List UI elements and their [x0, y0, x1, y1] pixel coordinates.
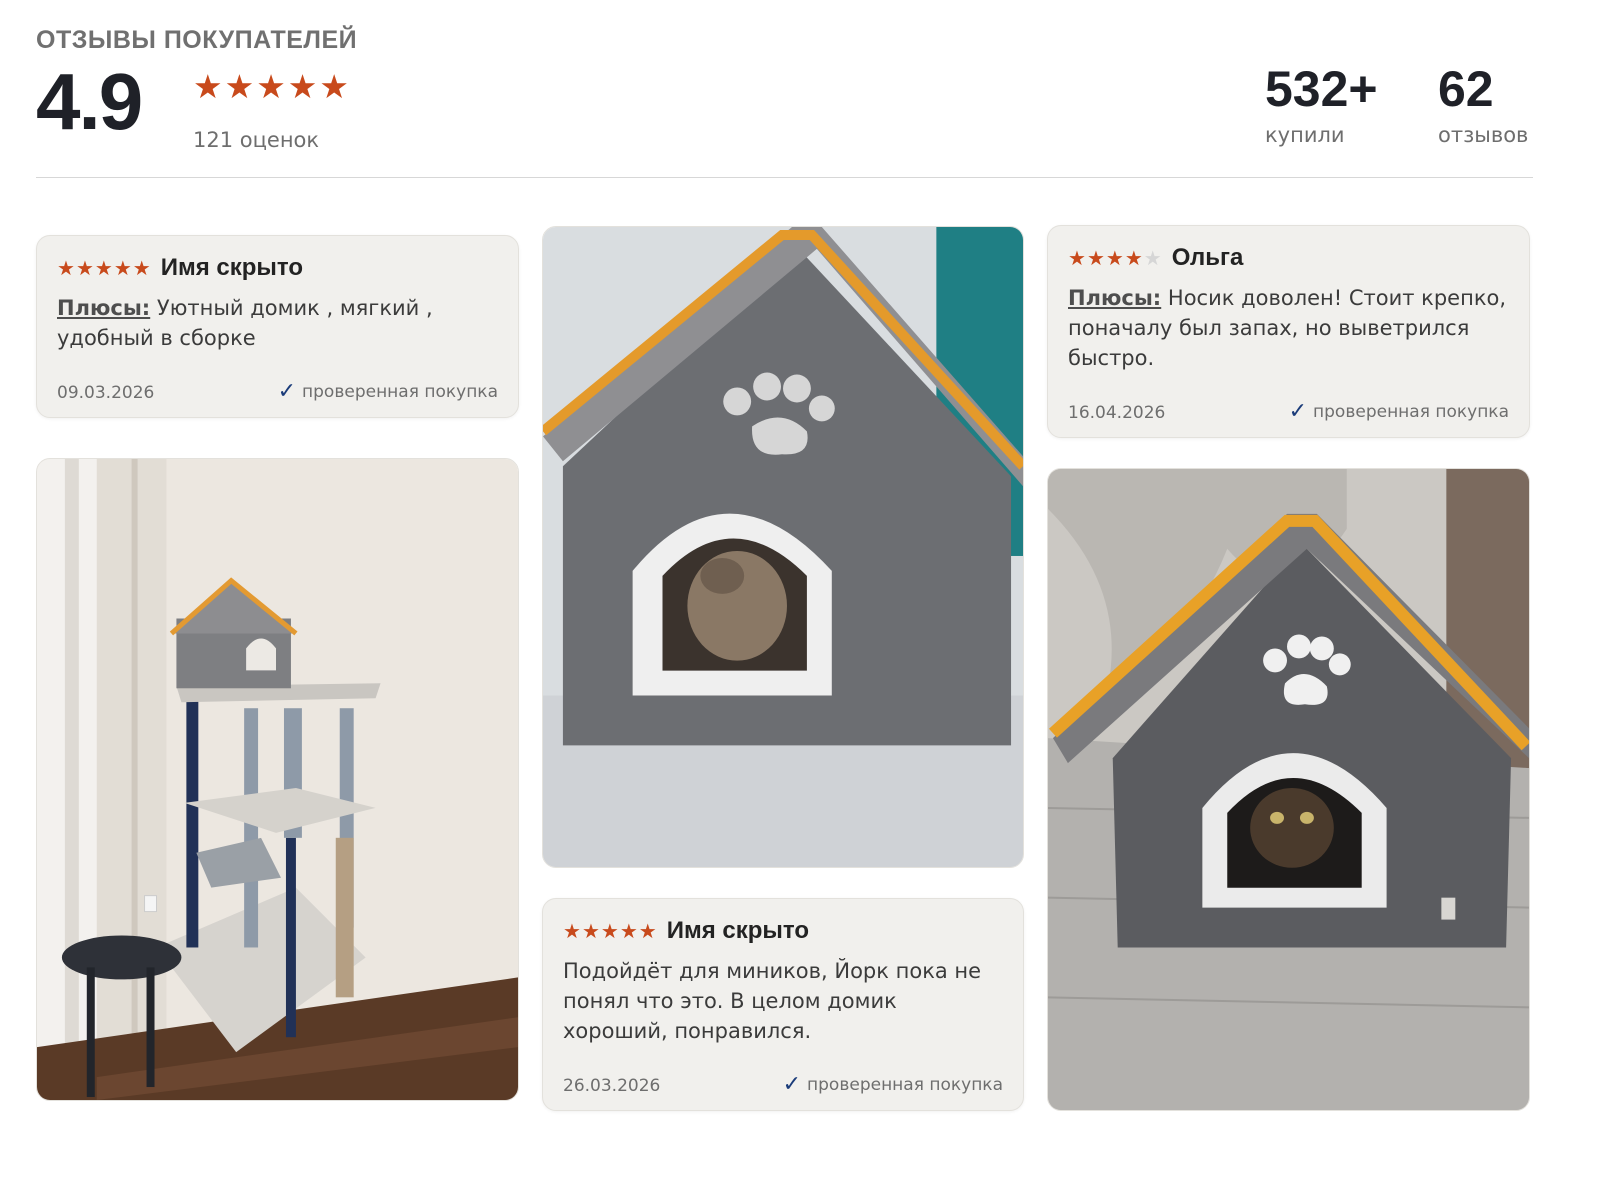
- cat-house-photo: [543, 227, 1023, 867]
- star-icon: ★: [600, 919, 619, 943]
- review-text: Подойдёт для миников, Йорк пока не понял…: [563, 956, 1003, 1046]
- review-date: 26.03.2026: [563, 1076, 661, 1096]
- average-rating: 4.9: [36, 57, 143, 146]
- review-text: Плюсы: Уютный домик , мягкий , удобный в…: [57, 293, 498, 353]
- review-photo[interactable]: [36, 458, 519, 1101]
- review-header: ★ ★ ★ ★ ★ Имя скрыто: [57, 254, 303, 282]
- star-icon: ★: [193, 67, 223, 106]
- star-icon: ★: [113, 256, 132, 280]
- star-icon: ★: [619, 919, 638, 943]
- reviews-value: 62: [1438, 61, 1494, 117]
- bought-stat: 532+ купили: [1265, 61, 1378, 148]
- review-stars: ★ ★ ★ ★ ★: [57, 258, 151, 278]
- cat-tree-photo: [37, 459, 518, 1100]
- reviews-stat[interactable]: 62 отзывов: [1438, 61, 1529, 148]
- header-stars: ★ ★ ★ ★ ★: [193, 70, 349, 103]
- review-photo[interactable]: [1047, 468, 1530, 1111]
- star-icon: ★: [1105, 246, 1124, 270]
- star-icon: ★: [94, 256, 113, 280]
- ratings-count: 121 оценок: [193, 128, 320, 152]
- star-icon: ★: [224, 67, 255, 106]
- verified-label: проверенная покупка: [302, 381, 498, 402]
- star-icon: ★: [638, 919, 657, 943]
- section-title: ОТЗЫВЫ ПОКУПАТЕЛЕЙ: [36, 26, 358, 54]
- star-icon: ★: [75, 256, 94, 280]
- reviews-label: отзывов: [1438, 123, 1529, 147]
- star-icon: ★: [1143, 246, 1162, 270]
- review-photo[interactable]: [542, 226, 1024, 868]
- review-card[interactable]: ★ ★ ★ ★ ★ Имя скрыто Подойдёт для минико…: [542, 898, 1024, 1111]
- review-date: 16.04.2026: [1068, 403, 1166, 423]
- review-stars: ★ ★ ★ ★ ★: [563, 921, 657, 941]
- pros-label: Плюсы:: [1068, 286, 1162, 310]
- pros-label: Плюсы:: [57, 296, 151, 320]
- review-stars: ★ ★ ★ ★ ★: [1068, 248, 1162, 268]
- star-icon: ★: [563, 919, 581, 943]
- reviews-header: ОТЗЫВЫ ПОКУПАТЕЛЕЙ 4.9 ★ ★ ★ ★ ★ 121 оце…: [36, 0, 1533, 178]
- review-author: Ольга: [1171, 244, 1244, 271]
- review-body: Подойдёт для миников, Йорк пока не понял…: [563, 959, 982, 1043]
- verified-purchase: ✓ проверенная покупка: [278, 379, 498, 404]
- review-author: Имя скрыто: [666, 917, 809, 944]
- checkmark-icon: ✓: [1288, 399, 1308, 424]
- review-header: ★ ★ ★ ★ ★ Ольга: [1068, 244, 1243, 272]
- review-card[interactable]: ★ ★ ★ ★ ★ Ольга Плюсы: Носик доволен! Ст…: [1047, 225, 1530, 438]
- review-date: 09.03.2026: [57, 383, 155, 403]
- cat-in-house-photo: [1048, 469, 1529, 1110]
- verified-label: проверенная покупка: [807, 1074, 1003, 1095]
- star-icon: ★: [132, 256, 151, 280]
- review-header: ★ ★ ★ ★ ★ Имя скрыто: [563, 917, 809, 945]
- review-text: Плюсы: Носик доволен! Стоит крепко, пона…: [1068, 283, 1509, 373]
- star-icon: ★: [1086, 246, 1105, 270]
- star-icon: ★: [319, 67, 349, 106]
- star-icon: ★: [1068, 246, 1086, 270]
- checkmark-icon: ✓: [782, 1072, 802, 1097]
- star-icon: ★: [57, 256, 75, 280]
- bought-value: 532+: [1265, 61, 1378, 117]
- star-icon: ★: [256, 67, 286, 106]
- verified-label: проверенная покупка: [1313, 401, 1509, 422]
- review-author: Имя скрыто: [160, 254, 303, 281]
- checkmark-icon: ✓: [277, 379, 297, 404]
- star-icon: ★: [287, 67, 318, 106]
- verified-purchase: ✓ проверенная покупка: [783, 1072, 1003, 1097]
- star-icon: ★: [1124, 246, 1143, 270]
- verified-purchase: ✓ проверенная покупка: [1289, 399, 1509, 424]
- bought-label: купили: [1265, 123, 1345, 147]
- review-card[interactable]: ★ ★ ★ ★ ★ Имя скрыто Плюсы: Уютный домик…: [36, 235, 519, 418]
- star-icon: ★: [581, 919, 600, 943]
